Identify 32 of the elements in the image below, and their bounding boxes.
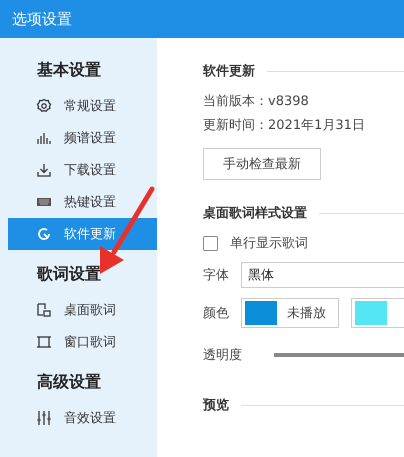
sidebar-heading: 高级设置 — [36, 372, 102, 393]
section-title: 预览 — [203, 397, 229, 414]
frame-icon — [36, 334, 52, 350]
check-update-button[interactable]: 手动检查最新 — [203, 148, 321, 180]
sidebar-item[interactable]: 热键设置 — [8, 186, 157, 218]
sidebar-item[interactable]: 下载设置 — [8, 154, 157, 186]
checkbox[interactable] — [203, 236, 218, 250]
window-title: 选项设置 — [12, 10, 72, 28]
sidebar-item[interactable]: 窗口歌词 — [8, 326, 157, 358]
color-label: 未播放 — [287, 305, 326, 322]
section-title: 桌面歌词样式设置 — [203, 205, 307, 222]
download-icon — [36, 162, 52, 178]
sliders-icon — [36, 410, 52, 426]
checkbox-label: 单行显示歌词 — [230, 235, 308, 252]
color-button[interactable]: 未播放 — [241, 298, 339, 328]
field-label: 字体 — [203, 267, 229, 284]
field-label: 颜色 — [203, 305, 229, 322]
document-icon — [36, 302, 52, 318]
sidebar-item[interactable]: 桌面歌词 — [8, 294, 157, 326]
sidebar-heading: 基本设置 — [36, 60, 102, 81]
version-text: 当前版本：v8398 — [203, 93, 310, 111]
font-field[interactable]: 黑体 — [241, 262, 404, 288]
sidebar-item[interactable]: 频谱设置 — [8, 122, 157, 154]
section-title: 软件更新 — [203, 62, 255, 80]
bars-icon — [36, 130, 52, 146]
gear-icon — [36, 98, 52, 114]
refresh-icon — [36, 226, 52, 242]
sidebar-item[interactable]: 音效设置 — [8, 402, 157, 434]
sidebar-item[interactable]: 常规设置 — [8, 90, 157, 122]
update-date-text: 更新时间：2021年1月31日 — [203, 117, 366, 135]
field-label: 透明度 — [203, 347, 242, 364]
sidebar-heading: 歌词设置 — [36, 264, 102, 285]
